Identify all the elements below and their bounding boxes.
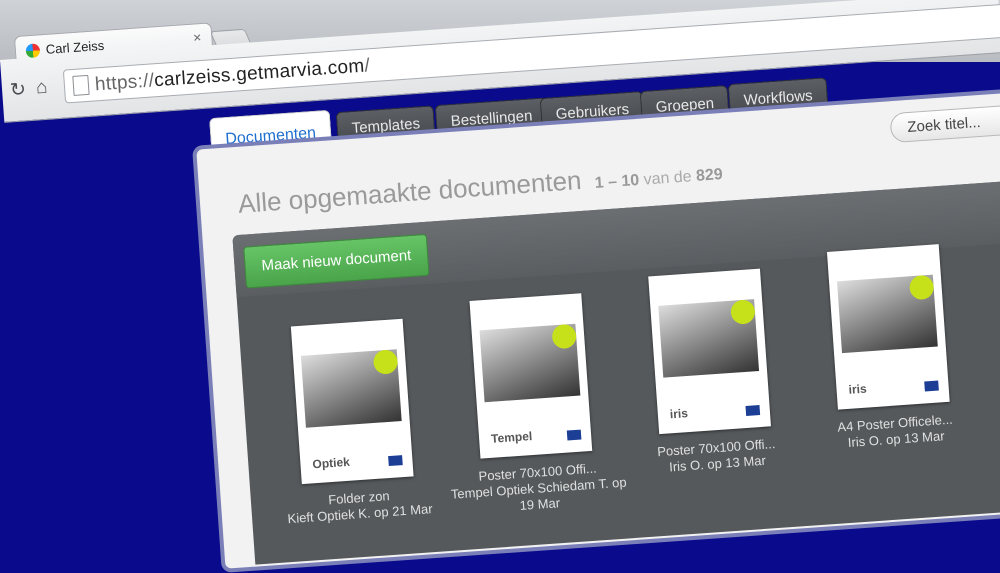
thumbnail-logo: Optiek [312,454,351,472]
result-of-label: van de [643,168,693,189]
document-grid: Maak nieuw document Optiek Folder zon Ki… [232,174,1000,565]
thumbnail-text-lines [302,329,394,335]
document-thumbnail[interactable]: iris [826,244,950,410]
thumbnail-text-lines [838,255,930,261]
page-icon [72,74,90,96]
thumbnail-logo: Tempel [490,428,533,446]
thumbnail-logo: iris [848,381,868,397]
document-card[interactable]: Optiek Folder zon Kieft Optiek K. op 21 … [287,318,433,526]
search-input[interactable]: Zoek titel... [889,102,1000,144]
url-scheme: https:// [94,70,155,96]
result-count: 1 – 10 van de 829 [594,166,723,192]
zeiss-logo-icon [388,455,403,467]
zeiss-logo-icon [924,380,939,392]
document-caption: Poster 70x100 Offi... Tempel Optiek Schi… [442,458,635,519]
new-document-button[interactable]: Maak nieuw document [243,233,430,289]
document-card[interactable]: iris A4 Poster Officele... Iris O. op 13… [826,244,953,451]
url-host: carlzeiss.getmarvia.com [153,55,366,92]
document-thumbnail[interactable]: iris [648,268,771,435]
favicon-icon [25,43,41,59]
document-thumbnail[interactable]: Tempel [469,293,593,459]
thumbnail-text-lines [659,279,751,285]
document-thumbnail[interactable]: Optiek [290,318,414,485]
reload-icon[interactable]: ↻ [9,78,26,102]
page-title-text: Alle opgemaakte documenten [237,164,583,219]
document-card[interactable]: Tempel Poster 70x100 Offi... Tempel Opti… [450,293,627,516]
thumbnail-text-lines [480,304,572,310]
url-text: https://carlzeiss.getmarvia.com/ [94,55,371,96]
document-caption: A4 Poster Officele... Iris O. op 13 Mar [800,409,992,454]
result-range: 1 – 10 [594,171,640,192]
document-caption: Folder zon Kieft Optiek K. op 21 Mar [264,484,456,529]
home-icon[interactable]: ⌂ [35,77,48,100]
result-total: 829 [695,166,724,185]
thumbnail-logo: iris [669,406,689,422]
zeiss-logo-icon [566,429,582,441]
close-icon[interactable]: × [193,29,202,46]
zeiss-logo-icon [745,405,761,416]
url-path: / [363,55,371,77]
documents-panel: Alle opgemaakte documenten 1 – 10 van de… [192,82,1000,573]
document-caption: Poster 70x100 Offi... Iris O. op 13 Mar [621,434,813,479]
document-card[interactable]: iris Poster 70x100 Offi... Iris O. op 13… [648,268,776,476]
